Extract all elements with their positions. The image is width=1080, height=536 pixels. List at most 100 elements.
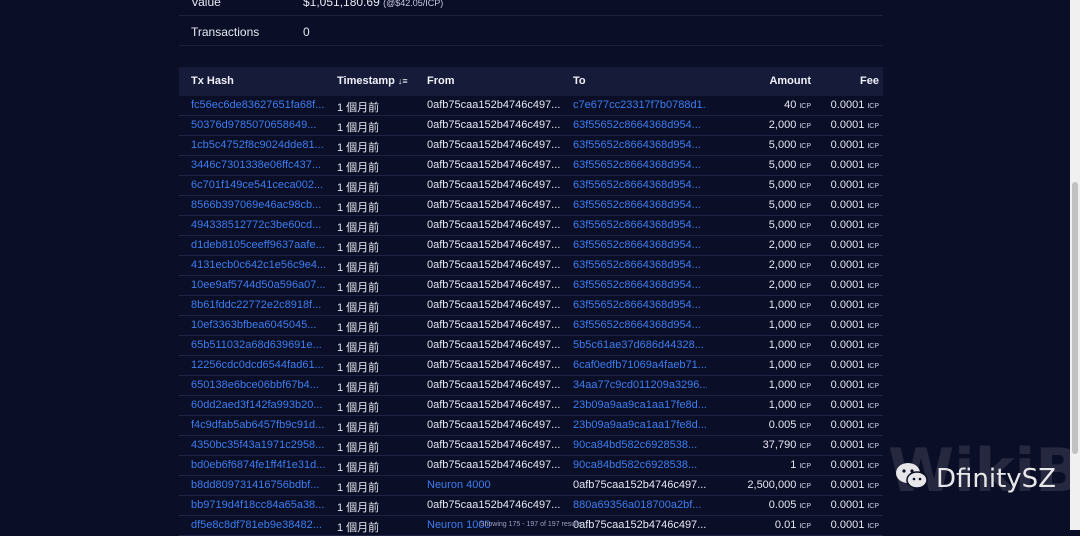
timestamp: 1 個月前 <box>337 302 380 314</box>
transactions-count: 0 <box>303 25 310 39</box>
tx-hash-link[interactable]: 12256cdc0dcd6544fad61... <box>191 359 327 371</box>
tx-hash-link[interactable]: 10ee9af5744d50a596a07... <box>191 279 327 291</box>
amount-unit: ICP <box>799 143 811 150</box>
fee: 0.0001 ICP <box>830 399 879 411</box>
scrollbar-thumb[interactable] <box>1072 182 1078 454</box>
amount-unit: ICP <box>799 203 811 210</box>
to-address[interactable]: c7e677cc23317f7b0788d1... <box>573 99 707 111</box>
fee-unit: ICP <box>867 103 879 110</box>
tx-hash-link[interactable]: 8566b397069e46ac98cb... <box>191 199 327 211</box>
to-address[interactable]: 63f55652c8664368d954... <box>573 239 707 251</box>
to-address[interactable]: 6caf0edfb71069a4faeb71... <box>573 359 707 371</box>
table-row: 10ee9af5744d50a596a07... 1 個月前 0afb75caa15… <box>179 276 883 296</box>
fee: 0.0001 ICP <box>830 339 879 351</box>
amount: 0.005 ICP <box>768 499 811 511</box>
fee: 0.0001 ICP <box>830 479 879 491</box>
from-address: 0afb75caa152b4746c497... <box>427 99 561 111</box>
tx-hash-link[interactable]: 650138e6bce06bbf67b4... <box>191 379 327 391</box>
transactions-panel: Value $1,051,180.69 (@$42.05/ICP) Transa… <box>179 0 883 536</box>
table-row: 60dd2aed3f142fa993b20... 1 個月前 0afb75caa15… <box>179 396 883 416</box>
amount: 5,000 ICP <box>768 139 811 151</box>
to-address[interactable]: 5b5c61ae37d686d44328... <box>573 339 707 351</box>
tx-hash-link[interactable]: 3446c7301338e06ffc437... <box>191 159 327 171</box>
col-fee: Fee <box>860 75 879 87</box>
to-address[interactable]: 23b09a9aa9ca1aa17fe8d... <box>573 419 707 431</box>
from-address: 0afb75caa152b4746c497... <box>427 279 561 291</box>
tx-hash-link[interactable]: 50376d9785070658649... <box>191 119 327 131</box>
amount-unit: ICP <box>799 243 811 250</box>
tx-hash-link[interactable]: 8b61fddc22772e2c8918f... <box>191 299 327 311</box>
tx-hash-link[interactable]: 65b511032a68d639691e... <box>191 339 327 351</box>
scrollbar[interactable] <box>1070 0 1080 530</box>
tx-hash-link[interactable]: 494338512772c3be60cd... <box>191 219 327 231</box>
timestamp: 1 個月前 <box>337 142 380 154</box>
col-to: To <box>573 75 586 87</box>
col-amount: Amount <box>769 75 811 87</box>
timestamp: 1 個月前 <box>337 422 380 434</box>
timestamp: 1 個月前 <box>337 382 380 394</box>
tx-hash-link[interactable]: bd0eb6f6874fe1ff4f1e31d... <box>191 459 327 471</box>
amount-unit: ICP <box>799 303 811 310</box>
from-address[interactable]: Neuron 4000 <box>427 479 561 491</box>
to-address[interactable]: 90ca84bd582c6928538... <box>573 459 707 471</box>
to-address[interactable]: 63f55652c8664368d954... <box>573 299 707 311</box>
fee: 0.0001 ICP <box>830 439 879 451</box>
tx-hash-link[interactable]: 60dd2aed3f142fa993b20... <box>191 399 327 411</box>
tx-hash-link[interactable]: 4131ecb0c642c1e56c9e4... <box>191 259 327 271</box>
amount-unit: ICP <box>799 443 811 450</box>
tx-hash-link[interactable]: b8dd809731416756bdbf... <box>191 479 327 491</box>
tx-hash-link[interactable]: bb9719d4f18cc84a65a38... <box>191 499 327 511</box>
amount: 5,000 ICP <box>768 179 811 191</box>
table-row: b8dd809731416756bdbf... 1 個月前 Neuron 4000 0… <box>179 476 883 496</box>
amount-unit: ICP <box>799 123 811 130</box>
fee-unit: ICP <box>867 223 879 230</box>
table-row: 8b61fddc22772e2c8918f... 1 個月前 0afb75caa15… <box>179 296 883 316</box>
fee-unit: ICP <box>867 123 879 130</box>
from-address: 0afb75caa152b4746c497... <box>427 159 561 171</box>
from-address: 0afb75caa152b4746c497... <box>427 399 561 411</box>
timestamp: 1 個月前 <box>337 462 380 474</box>
to-address[interactable]: 23b09a9aa9ca1aa17fe8d... <box>573 399 707 411</box>
fee-unit: ICP <box>867 403 879 410</box>
tx-hash-link[interactable]: f4c9dfab5ab6457fb9c91d... <box>191 419 327 431</box>
timestamp: 1 個月前 <box>337 342 380 354</box>
amount: 37,790 ICP <box>762 439 811 451</box>
fee: 0.0001 ICP <box>830 239 879 251</box>
to-address[interactable]: 63f55652c8664368d954... <box>573 119 707 131</box>
value-label: Value <box>191 0 221 9</box>
to-address[interactable]: 880a69356a018700a2bf... <box>573 499 707 511</box>
sort-desc-icon[interactable]: ↓≡ <box>398 76 408 86</box>
tx-hash-link[interactable]: 10ef3363bfbea6045045... <box>191 319 327 331</box>
amount: 2,500,000 ICP <box>747 479 811 491</box>
timestamp: 1 個月前 <box>337 502 380 514</box>
tx-hash-link[interactable]: 4350bc35f43a1971c2958... <box>191 439 327 451</box>
to-address[interactable]: 63f55652c8664368d954... <box>573 219 707 231</box>
tx-hash-link[interactable]: 6c701f149ce541ceca002... <box>191 179 327 191</box>
amount: 1,000 ICP <box>768 399 811 411</box>
table-row: 12256cdc0dcd6544fad61... 1 個月前 0afb75caa15… <box>179 356 883 376</box>
table-row: bd0eb6f6874fe1ff4f1e31d... 1 個月前 0afb75caa… <box>179 456 883 476</box>
to-address[interactable]: 63f55652c8664368d954... <box>573 179 707 191</box>
to-address[interactable]: 63f55652c8664368d954... <box>573 159 707 171</box>
table-row: 10ef3363bfbea6045045... 1 個月前 0afb75caa152… <box>179 316 883 336</box>
to-address[interactable]: 63f55652c8664368d954... <box>573 319 707 331</box>
amount-unit: ICP <box>799 103 811 110</box>
to-address[interactable]: 63f55652c8664368d954... <box>573 259 707 271</box>
tx-hash-link[interactable]: 1cb5c4752f8c9024dde81... <box>191 139 327 151</box>
col-timestamp[interactable]: Timestamp ↓≡ <box>337 75 417 87</box>
amount-unit: ICP <box>799 423 811 430</box>
from-address: 0afb75caa152b4746c497... <box>427 319 561 331</box>
fee: 0.0001 ICP <box>830 279 879 291</box>
amount-unit: ICP <box>799 383 811 390</box>
to-address[interactable]: 34aa77c9cd011209a3296... <box>573 379 707 391</box>
to-address[interactable]: 63f55652c8664368d954... <box>573 139 707 151</box>
tx-hash-link[interactable]: d1deb8105ceeff9637aafe... <box>191 239 327 251</box>
to-address[interactable]: 90ca84bd582c6928538... <box>573 439 707 451</box>
to-address[interactable]: 63f55652c8664368d954... <box>573 279 707 291</box>
to-address[interactable]: 63f55652c8664368d954... <box>573 199 707 211</box>
fee: 0.0001 ICP <box>830 419 879 431</box>
tx-hash-link[interactable]: fc56ec6de83627651fa68f... <box>191 99 327 111</box>
amount: 1,000 ICP <box>768 379 811 391</box>
transactions-table: Tx Hash Timestamp ↓≡ From To Amount Fee f… <box>179 67 883 536</box>
amount-unit: ICP <box>799 483 811 490</box>
